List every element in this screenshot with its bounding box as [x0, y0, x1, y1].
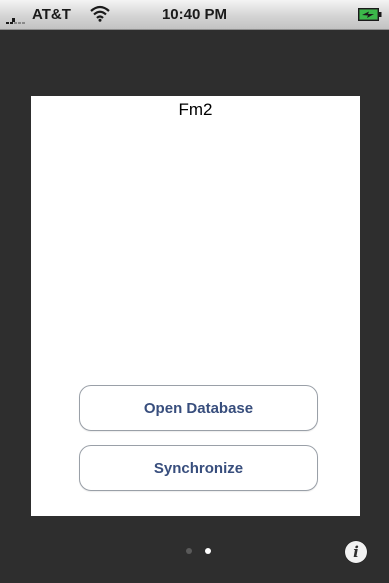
- battery-icon: [358, 8, 382, 21]
- status-time: 10:40 PM: [161, 6, 228, 23]
- synchronize-button[interactable]: Synchronize: [79, 445, 318, 491]
- info-button[interactable]: i: [345, 541, 367, 563]
- main-panel: Fm2 Open Database Synchronize: [31, 96, 360, 516]
- app-screen: AT&T 10:40 PM Fm2 Open Database Synchron…: [0, 0, 389, 583]
- info-icon: i: [353, 543, 359, 561]
- page-dot-1[interactable]: [186, 548, 192, 554]
- page-dot-2-current[interactable]: [205, 548, 211, 554]
- page-title: Fm2: [178, 100, 213, 119]
- page-control[interactable]: [186, 548, 216, 558]
- open-database-button[interactable]: Open Database: [79, 385, 318, 431]
- status-bar: AT&T 10:40 PM: [0, 0, 389, 30]
